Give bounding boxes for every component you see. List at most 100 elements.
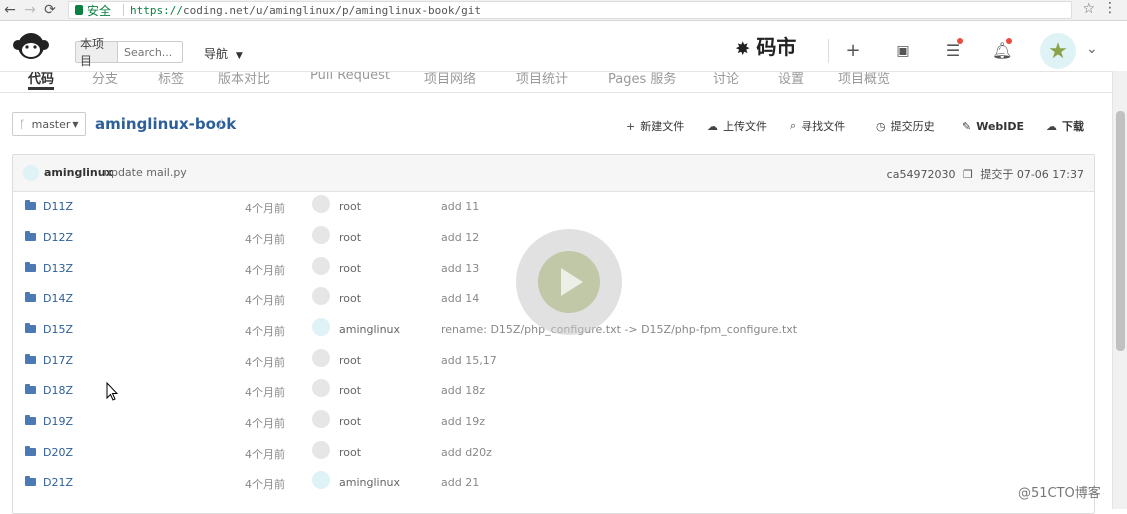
page-scrollbar[interactable]: [1112, 71, 1127, 509]
tab-network[interactable]: 项目网络: [424, 72, 476, 87]
mart-brand[interactable]: ✸ 码市: [736, 31, 796, 60]
commit-message[interactable]: update mail.py: [104, 166, 187, 179]
file-author[interactable]: root: [339, 415, 361, 428]
browser-menu-icon[interactable]: ⋮: [1103, 0, 1117, 16]
branch-selector[interactable]: ᚴ master ▼: [12, 112, 86, 136]
file-name[interactable]: D21Z: [43, 476, 73, 489]
file-name[interactable]: D14Z: [43, 292, 73, 305]
file-author[interactable]: aminglinux: [339, 323, 400, 336]
file-name[interactable]: D12Z: [43, 231, 73, 244]
file-name[interactable]: D18Z: [43, 384, 73, 397]
tab-overview[interactable]: 项目概览: [838, 72, 890, 87]
new-file-button[interactable]: + 新建文件: [626, 115, 684, 137]
guide-menu[interactable]: 导航 ▼: [204, 45, 243, 62]
file-author[interactable]: root: [339, 292, 361, 305]
file-name[interactable]: D20Z: [43, 446, 73, 459]
commit-hash[interactable]: ca54972030: [887, 168, 956, 181]
commit-history-button[interactable]: ◷ 提交历史: [876, 115, 935, 137]
upload-icon: ☁: [707, 119, 718, 133]
table-row[interactable]: D19Z 4个月前 root add 19z: [13, 407, 1094, 437]
back-icon[interactable]: ←: [0, 2, 20, 18]
file-commit-message[interactable]: add 13: [441, 262, 479, 275]
project-search[interactable]: 本项目: [75, 37, 183, 68]
file-commit-message[interactable]: add 11: [441, 200, 479, 213]
file-commit-message[interactable]: add 18z: [441, 384, 485, 397]
tab-compare[interactable]: 版本对比: [218, 72, 270, 87]
tab-pull-request[interactable]: Pull Request: [310, 72, 390, 83]
tab-tags[interactable]: 标签: [158, 72, 184, 87]
project-tabs: 代码 分支 标签 版本对比 Pull Request 项目网络 项目统计 Pag…: [0, 72, 1112, 93]
tab-pages[interactable]: Pages 服务: [608, 72, 676, 87]
author-avatar: [312, 349, 330, 367]
folder-icon: [25, 200, 36, 210]
file-commit-message[interactable]: rename: D15Z/php_configure.txt -> D15Z/p…: [441, 323, 797, 336]
find-file-button[interactable]: ⌕ 寻找文件: [790, 115, 845, 137]
copy-icon[interactable]: ❐: [963, 168, 973, 181]
address-field[interactable]: 安全 https://coding.net/u/aminglinux/p/ami…: [68, 1, 1072, 19]
file-commit-message[interactable]: add 12: [441, 231, 479, 244]
video-play-button[interactable]: [516, 229, 622, 335]
user-avatar[interactable]: ★: [1040, 33, 1076, 69]
tab-branches[interactable]: 分支: [92, 72, 118, 87]
ninja-logo-icon: ✸: [736, 39, 750, 58]
file-author[interactable]: root: [339, 231, 361, 244]
table-row[interactable]: D11Z 4个月前 root add 11: [13, 192, 1094, 222]
file-time: 4个月前: [245, 264, 285, 277]
file-name[interactable]: D15Z: [43, 323, 73, 336]
star-avatar-icon: ★: [1048, 38, 1068, 64]
commit-user-avatar[interactable]: [23, 165, 39, 181]
download-button[interactable]: ☁ 下载: [1046, 115, 1084, 137]
file-name[interactable]: D13Z: [43, 262, 73, 275]
file-author[interactable]: root: [339, 354, 361, 367]
table-row[interactable]: D21Z 4个月前 aminglinux add 21: [13, 468, 1094, 498]
file-commit-message[interactable]: add d20z: [441, 446, 492, 459]
table-row[interactable]: D17Z 4个月前 root add 15,17: [13, 346, 1094, 376]
file-author[interactable]: root: [339, 446, 361, 459]
file-time: 4个月前: [245, 202, 285, 215]
tab-settings[interactable]: 设置: [778, 72, 804, 87]
folder-icon: [25, 476, 36, 486]
file-time: 4个月前: [245, 417, 285, 430]
bell-icon[interactable]: 🔔︎: [992, 41, 1012, 61]
table-row[interactable]: D20Z 4个月前 root add d20z: [13, 438, 1094, 468]
file-commit-message[interactable]: add 15,17: [441, 354, 497, 367]
table-row[interactable]: D18Z 4个月前 root add 18z: [13, 376, 1094, 406]
top-navigation: 本项目 导航 ▼ ✸ 码市 + ▣ ☰ 🔔︎ ★ ⌄: [0, 21, 1112, 72]
folder-terminal-icon[interactable]: ▣: [893, 41, 913, 61]
upload-file-button[interactable]: ☁ 上传文件: [707, 115, 767, 137]
caret-down-icon: ▼: [72, 119, 79, 129]
file-commit-message[interactable]: add 14: [441, 292, 479, 305]
webide-button[interactable]: ✎ WebIDE: [962, 115, 1024, 137]
tab-stats[interactable]: 项目统计: [516, 72, 568, 87]
tasks-icon[interactable]: ☰: [943, 41, 963, 61]
plus-icon[interactable]: +: [843, 41, 863, 61]
file-commit-message[interactable]: add 19z: [441, 415, 485, 428]
file-name[interactable]: D19Z: [43, 415, 73, 428]
scope-badge[interactable]: 本项目: [76, 37, 118, 68]
file-name[interactable]: D11Z: [43, 200, 73, 213]
search-input[interactable]: [122, 44, 182, 60]
file-author[interactable]: root: [339, 200, 361, 213]
coding-monkey-logo-icon[interactable]: [12, 29, 50, 63]
file-name[interactable]: D17Z: [43, 354, 73, 367]
file-author[interactable]: root: [339, 384, 361, 397]
file-author[interactable]: root: [339, 262, 361, 275]
repo-name-link[interactable]: aminglinux-book: [95, 115, 236, 133]
folder-icon: [25, 323, 36, 333]
reload-icon[interactable]: ⟳: [40, 2, 60, 18]
lock-icon: [75, 5, 83, 15]
play-icon: [561, 268, 583, 296]
forward-icon[interactable]: →: [20, 2, 40, 18]
file-author[interactable]: aminglinux: [339, 476, 400, 489]
folder-icon: [25, 231, 36, 241]
file-commit-message[interactable]: add 21: [441, 476, 479, 489]
bookmark-star-icon[interactable]: ☆: [1082, 1, 1095, 17]
plus-icon: +: [626, 119, 636, 133]
tab-code[interactable]: 代码: [28, 72, 55, 90]
commit-user[interactable]: aminglinux: [44, 166, 113, 179]
scrollbar-thumb[interactable]: [1116, 111, 1125, 351]
tab-discussion[interactable]: 讨论: [713, 72, 739, 87]
branch-icon: ᚴ: [19, 117, 26, 131]
author-avatar: [312, 287, 330, 305]
chevron-down-icon[interactable]: ⌄: [1086, 41, 1098, 57]
